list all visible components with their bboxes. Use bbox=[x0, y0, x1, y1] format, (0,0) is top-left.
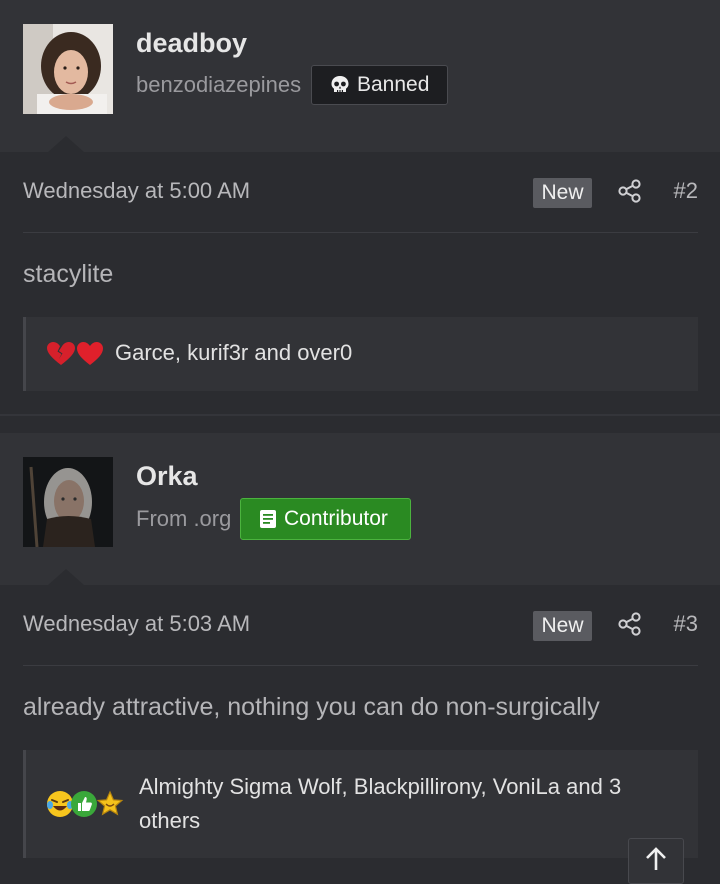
new-tag: New bbox=[533, 178, 592, 208]
user-arrow bbox=[48, 136, 84, 152]
reactions-users[interactable]: Almighty Sigma Wolf, Blackpillirony, Von… bbox=[139, 770, 684, 838]
thumbs-up-icon bbox=[70, 790, 98, 823]
post-date[interactable]: Wednesday at 5:03 AM bbox=[23, 611, 250, 637]
share-icon[interactable] bbox=[617, 611, 643, 642]
reactions-users[interactable]: Garce, kurif3r and over0 bbox=[115, 336, 352, 370]
arrow-up-icon bbox=[644, 846, 668, 877]
banned-badge: Banned bbox=[311, 65, 448, 105]
heart-icon bbox=[76, 341, 104, 372]
user-arrow bbox=[48, 569, 84, 585]
broken-heart-icon bbox=[46, 341, 76, 372]
badge-label: Banned bbox=[357, 73, 430, 96]
share-icon[interactable] bbox=[617, 178, 643, 209]
post-body: already attractive, nothing you can do n… bbox=[23, 693, 600, 721]
user-title: benzodiazepines bbox=[136, 72, 302, 97]
avatar[interactable] bbox=[23, 457, 113, 547]
post-body: stacylite bbox=[23, 260, 114, 288]
user-block-deadboy: deadboy benzodiazepines Banned bbox=[0, 0, 720, 152]
contributor-badge: Contributor bbox=[240, 498, 411, 540]
reactions-bar[interactable]: Almighty Sigma Wolf, Blackpillirony, Von… bbox=[23, 750, 698, 858]
new-tag: New bbox=[533, 611, 592, 641]
post-separator bbox=[0, 414, 720, 416]
avatar[interactable] bbox=[23, 24, 113, 114]
divider bbox=[23, 232, 698, 233]
post-number[interactable]: #2 bbox=[674, 178, 698, 204]
scroll-to-top-button[interactable] bbox=[628, 838, 684, 884]
post-date[interactable]: Wednesday at 5:00 AM bbox=[23, 178, 250, 204]
star-icon bbox=[96, 790, 124, 823]
skull-icon bbox=[330, 75, 350, 95]
reactions-bar[interactable]: Garce, kurif3r and over0 bbox=[23, 317, 698, 391]
username[interactable]: deadboy bbox=[136, 28, 247, 59]
book-icon bbox=[259, 509, 277, 529]
badge-label: Contributor bbox=[284, 507, 388, 530]
user-block-orka: Orka From .org Contributor bbox=[0, 433, 720, 585]
user-title: From .org bbox=[136, 506, 232, 531]
post-number[interactable]: #3 bbox=[674, 611, 698, 637]
divider bbox=[23, 665, 698, 666]
username[interactable]: Orka bbox=[136, 461, 198, 492]
